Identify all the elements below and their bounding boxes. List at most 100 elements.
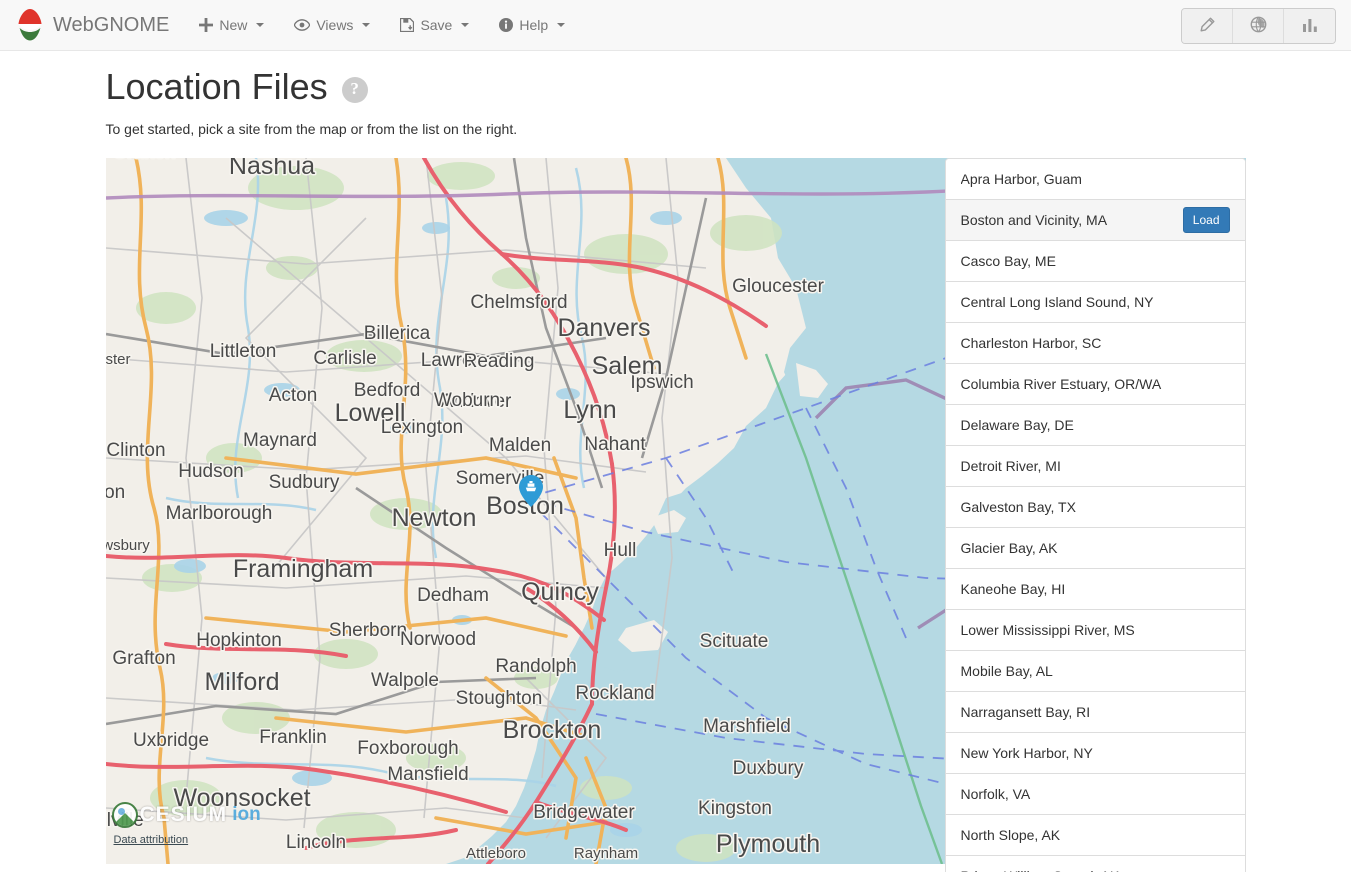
list-item-label: Delaware Bay, DE <box>960 416 1074 433</box>
list-item-label: New York Harbor, NY <box>960 744 1093 761</box>
list-item[interactable]: Norfolk, VA <box>945 773 1245 815</box>
load-button[interactable]: Load <box>1182 206 1230 233</box>
svg-text:Milford: Milford <box>204 668 279 696</box>
list-item[interactable]: Glacier Bay, AK <box>945 527 1245 569</box>
svg-text:Marlborough: Marlborough <box>165 503 272 524</box>
list-item-label: Central Long Island Sound, NY <box>960 293 1154 310</box>
svg-text:Walpole: Walpole <box>371 670 439 691</box>
list-item[interactable]: Kaneohe Bay, HI <box>945 568 1245 610</box>
list-item[interactable]: Detroit River, MI <box>945 445 1245 487</box>
nav-item-help[interactable]: Help <box>484 0 580 50</box>
list-item[interactable]: North Slope, AK <box>945 814 1245 856</box>
page-header: Location Files ? To get started, pick a … <box>106 51 1246 137</box>
edit-mode-button[interactable] <box>1182 9 1233 43</box>
list-item-label: Detroit River, MI <box>960 457 1061 474</box>
pencil-icon <box>1199 17 1215 36</box>
list-item[interactable]: New York Harbor, NY <box>945 732 1245 774</box>
svg-text:Grafton: Grafton <box>112 648 175 669</box>
list-item[interactable]: Narragansett Bay, RI <box>945 691 1245 733</box>
svg-text:Clinton: Clinton <box>106 440 165 461</box>
brand-link[interactable]: WebGNOME <box>15 0 184 50</box>
svg-text:Bridgewater: Bridgewater <box>533 802 635 823</box>
svg-text:Franklin: Franklin <box>259 727 327 748</box>
svg-text:Stoughton: Stoughton <box>455 688 542 709</box>
svg-text:Scituate: Scituate <box>699 631 768 652</box>
svg-text:Nahant: Nahant <box>584 434 646 455</box>
question-mark-icon[interactable]: ? <box>341 76 368 103</box>
navbar-right-actions <box>1181 8 1336 44</box>
list-item-label: Boston and Vicinity, MA <box>960 211 1108 228</box>
svg-text:Maynard: Maynard <box>243 430 317 451</box>
data-attribution-link[interactable]: Data attribution <box>114 834 189 846</box>
floppy-disk-icon <box>400 18 415 32</box>
svg-text:Dedham: Dedham <box>417 585 489 606</box>
chevron-down-icon <box>362 23 371 27</box>
svg-text:Uxbridge: Uxbridge <box>132 730 208 751</box>
svg-text:Newton: Newton <box>391 504 476 532</box>
list-item-label: Lower Mississippi River, MS <box>960 621 1135 638</box>
list-item-label: Prince William Sound, AK <box>961 868 1230 872</box>
list-item[interactable]: Apra Harbor, Guam <box>945 158 1245 200</box>
svg-text:Brockton: Brockton <box>502 716 601 744</box>
svg-text:Marshfield: Marshfield <box>703 716 791 737</box>
svg-text:Sherborn: Sherborn <box>328 620 406 641</box>
chevron-down-icon <box>557 23 566 27</box>
list-item[interactable]: Mobile Bay, AL <box>945 650 1245 692</box>
navbar-menu: New Views Save Help <box>184 0 580 50</box>
svg-text:Hull: Hull <box>603 540 636 561</box>
svg-text:Lincoln: Lincoln <box>285 832 345 853</box>
list-item[interactable]: Prince William Sound, AK <box>945 855 1245 872</box>
svg-text:Raynham: Raynham <box>573 845 637 862</box>
main-navbar: WebGNOME New Views Save Help <box>0 0 1351 51</box>
svg-text:Attleboro: Attleboro <box>465 845 525 862</box>
boat-map-pin-icon[interactable] <box>518 474 543 507</box>
svg-text:Littleton: Littleton <box>209 341 276 362</box>
svg-text:Carlisle: Carlisle <box>313 348 376 369</box>
bar-chart-icon <box>1302 18 1318 35</box>
nav-item-new[interactable]: New <box>184 0 279 50</box>
list-item-label: Glacier Bay, AK <box>960 539 1058 556</box>
svg-text:Bedford: Bedford <box>353 380 420 401</box>
list-item-label: Columbia River Estuary, OR/WA <box>960 375 1162 392</box>
nav-item-views[interactable]: Views <box>279 0 385 50</box>
svg-text:Danvers: Danvers <box>557 314 650 342</box>
list-item[interactable]: Lower Mississippi River, MS <box>945 609 1245 651</box>
list-item-label: Casco Bay, ME <box>960 252 1056 269</box>
list-item[interactable]: Charleston Harbor, SC <box>945 322 1245 364</box>
list-item-label: Apra Harbor, Guam <box>960 170 1082 187</box>
svg-text:Lexington: Lexington <box>380 417 462 438</box>
svg-text:Acton: Acton <box>268 385 317 406</box>
list-item[interactable]: Casco Bay, ME <box>945 240 1245 282</box>
svg-text:Grafton: Grafton <box>112 158 175 163</box>
map-mode-button[interactable] <box>1233 9 1284 43</box>
list-item-label: Narragansett Bay, RI <box>960 703 1091 720</box>
nav-item-save-label: Save <box>420 17 453 33</box>
map-and-list-row: .lbl{font-family:"Liberation Sans",sans-… <box>105 157 1246 872</box>
svg-text:rllville: rllville <box>106 810 144 831</box>
svg-text:ster: ster <box>106 351 131 368</box>
svg-text:Salem: Salem <box>591 352 662 380</box>
svg-text:Woburn: Woburn <box>433 390 499 411</box>
location-file-list: Apra Harbor, Guam Boston and Vicinity, M… <box>944 157 1246 872</box>
list-item[interactable]: Central Long Island Sound, NY <box>945 281 1245 323</box>
page-subtitle: To get started, pick a site from the map… <box>105 120 518 137</box>
list-item-label: Mobile Bay, AL <box>960 662 1053 679</box>
svg-text:Reading: Reading <box>463 351 534 372</box>
charts-mode-button[interactable] <box>1284 9 1335 43</box>
svg-text:Framingham: Framingham <box>232 555 372 583</box>
svg-text:Lynn: Lynn <box>563 396 616 424</box>
svg-text:Sudbury: Sudbury <box>268 472 339 493</box>
chevron-down-icon <box>461 23 470 27</box>
page-body: Location Files ? To get started, pick a … <box>0 51 1351 872</box>
list-item[interactable]: Galveston Bay, TX <box>945 486 1245 528</box>
nav-item-save[interactable]: Save <box>385 0 484 50</box>
list-item[interactable]: Columbia River Estuary, OR/WA <box>945 363 1245 405</box>
svg-text:Billerica: Billerica <box>363 323 430 344</box>
svg-text:Woonsocket: Woonsocket <box>173 784 310 812</box>
svg-text:Mansfield: Mansfield <box>387 764 468 785</box>
plus-icon <box>199 18 214 32</box>
list-item-label: Kaneohe Bay, HI <box>960 580 1066 597</box>
page-title-text: Location Files <box>105 66 328 107</box>
list-item[interactable]: Delaware Bay, DE <box>945 404 1245 446</box>
list-item-selected[interactable]: Boston and Vicinity, MA Load <box>945 199 1245 241</box>
